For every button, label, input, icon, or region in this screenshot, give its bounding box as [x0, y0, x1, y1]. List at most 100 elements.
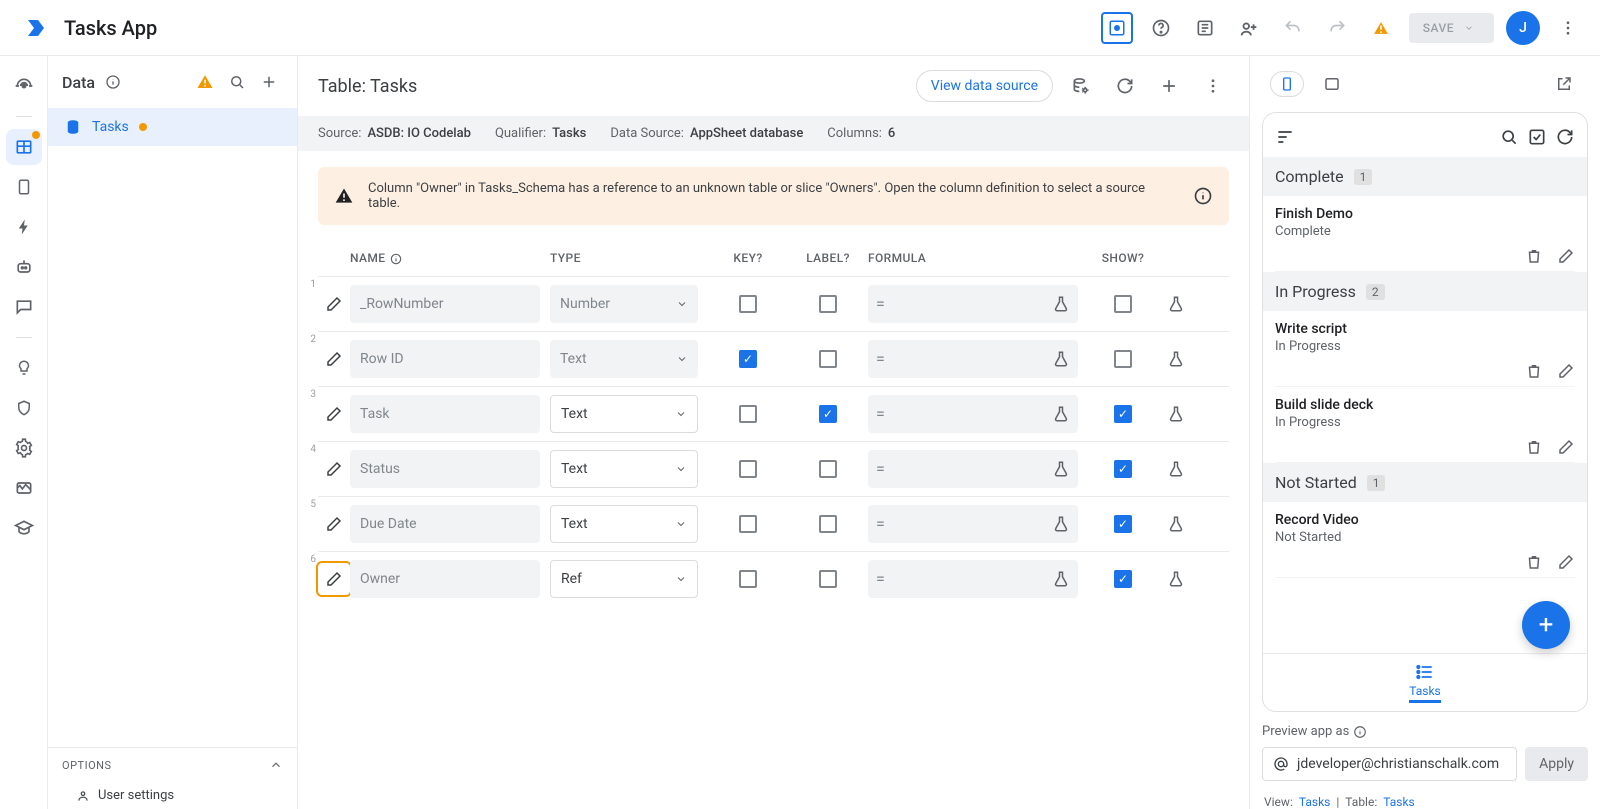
preview-group-header[interactable]: In Progress2: [1263, 272, 1587, 311]
label-checkbox[interactable]: [819, 405, 837, 423]
edit-column-icon[interactable]: [318, 398, 350, 430]
edit-column-icon[interactable]: [318, 288, 350, 320]
column-name-field[interactable]: Status: [350, 450, 540, 488]
editor-kebab-icon[interactable]: [1197, 70, 1229, 102]
show-formula-icon[interactable]: [1158, 515, 1194, 533]
column-type-select[interactable]: Text: [550, 450, 698, 488]
preview-refresh-icon[interactable]: [1555, 127, 1575, 147]
edit-column-icon[interactable]: [318, 563, 350, 595]
view-link[interactable]: Tasks: [1299, 795, 1331, 809]
regenerate-icon[interactable]: [1109, 70, 1141, 102]
column-name-field[interactable]: Row ID: [350, 340, 540, 378]
search-icon[interactable]: [223, 68, 251, 96]
formula-field[interactable]: =: [868, 285, 1078, 323]
label-checkbox[interactable]: [819, 515, 837, 533]
data-tab-icon[interactable]: [6, 129, 42, 165]
formula-field[interactable]: =: [868, 340, 1078, 378]
preview-email-input[interactable]: jdeveloper@christianschalk.com: [1262, 747, 1517, 781]
column-type-select[interactable]: Number: [550, 285, 698, 323]
table-settings-icon[interactable]: [1065, 70, 1097, 102]
column-name-field[interactable]: Due Date: [350, 505, 540, 543]
open-preview-icon[interactable]: [1548, 68, 1580, 100]
edit-icon[interactable]: [1557, 362, 1575, 380]
show-formula-icon[interactable]: [1158, 405, 1194, 423]
panel-warning-icon[interactable]: [191, 68, 219, 96]
kebab-menu-icon[interactable]: [1552, 12, 1584, 44]
edit-icon[interactable]: [1557, 247, 1575, 265]
share-icon[interactable]: [1233, 12, 1265, 44]
key-checkbox[interactable]: [739, 460, 757, 478]
save-button[interactable]: SAVE: [1409, 13, 1494, 43]
edit-column-icon[interactable]: [318, 343, 350, 375]
key-checkbox[interactable]: [739, 405, 757, 423]
options-toggle[interactable]: OPTIONS: [48, 747, 297, 782]
select-mode-icon[interactable]: [1101, 12, 1133, 44]
key-checkbox[interactable]: [739, 295, 757, 313]
formula-field[interactable]: =: [868, 560, 1078, 598]
label-checkbox[interactable]: [819, 570, 837, 588]
formula-field[interactable]: =: [868, 505, 1078, 543]
fab-add-button[interactable]: +: [1522, 601, 1570, 649]
column-name-field[interactable]: Task: [350, 395, 540, 433]
edit-column-icon[interactable]: [318, 453, 350, 485]
show-checkbox[interactable]: [1114, 405, 1132, 423]
views-tab-icon[interactable]: [6, 169, 42, 205]
show-formula-icon[interactable]: [1158, 350, 1194, 368]
preview-task-item[interactable]: Build slide deckIn Progress: [1263, 387, 1587, 463]
preview-task-item[interactable]: Record VideoNot Started: [1263, 502, 1587, 578]
show-checkbox[interactable]: [1114, 460, 1132, 478]
column-name-field[interactable]: Owner: [350, 560, 540, 598]
label-checkbox[interactable]: [819, 295, 837, 313]
actions-tab-icon[interactable]: [6, 209, 42, 245]
preview-group-header[interactable]: Complete1: [1263, 157, 1587, 196]
redo-icon[interactable]: [1321, 12, 1353, 44]
column-type-select[interactable]: Text: [550, 395, 698, 433]
undo-icon[interactable]: [1277, 12, 1309, 44]
delete-icon[interactable]: [1525, 247, 1543, 265]
info-icon[interactable]: [99, 68, 127, 96]
formula-field[interactable]: =: [868, 395, 1078, 433]
view-data-source-button[interactable]: View data source: [916, 70, 1053, 102]
key-checkbox[interactable]: [739, 570, 757, 588]
show-checkbox[interactable]: [1114, 570, 1132, 588]
preview-task-item[interactable]: Write scriptIn Progress: [1263, 311, 1587, 387]
preview-bottom-nav[interactable]: Tasks: [1263, 653, 1587, 711]
preview-search-icon[interactable]: [1499, 127, 1519, 147]
show-checkbox[interactable]: [1114, 295, 1132, 313]
manage-tab-icon[interactable]: [6, 470, 42, 506]
edit-icon[interactable]: [1557, 553, 1575, 571]
show-checkbox[interactable]: [1114, 350, 1132, 368]
sort-icon[interactable]: [1275, 127, 1295, 147]
user-avatar[interactable]: J: [1506, 11, 1540, 45]
mobile-preview-toggle[interactable]: [1270, 71, 1304, 97]
preview-select-icon[interactable]: [1527, 127, 1547, 147]
preview-group-header[interactable]: Not Started1: [1263, 463, 1587, 502]
delete-icon[interactable]: [1525, 362, 1543, 380]
column-type-select[interactable]: Text: [550, 340, 698, 378]
bots-tab-icon[interactable]: [6, 249, 42, 285]
user-settings-option[interactable]: User settings: [48, 782, 297, 809]
table-list-item[interactable]: Tasks: [48, 108, 297, 146]
edit-icon[interactable]: [1557, 438, 1575, 456]
show-checkbox[interactable]: [1114, 515, 1132, 533]
home-icon[interactable]: [6, 68, 42, 104]
warning-info-icon[interactable]: [1193, 186, 1213, 206]
apply-button[interactable]: Apply: [1525, 747, 1588, 781]
settings-tab-icon[interactable]: [6, 430, 42, 466]
label-checkbox[interactable]: [819, 460, 837, 478]
education-tab-icon[interactable]: [6, 510, 42, 546]
show-formula-icon[interactable]: [1158, 460, 1194, 478]
show-formula-icon[interactable]: [1158, 570, 1194, 588]
add-column-icon[interactable]: [1153, 70, 1185, 102]
key-checkbox[interactable]: [739, 350, 757, 368]
warning-icon[interactable]: [1365, 12, 1397, 44]
add-table-icon[interactable]: [255, 68, 283, 96]
delete-icon[interactable]: [1525, 553, 1543, 571]
label-checkbox[interactable]: [819, 350, 837, 368]
tablet-preview-toggle[interactable]: [1316, 68, 1348, 100]
show-formula-icon[interactable]: [1158, 295, 1194, 313]
key-checkbox[interactable]: [739, 515, 757, 533]
formula-field[interactable]: =: [868, 450, 1078, 488]
column-type-select[interactable]: Text: [550, 505, 698, 543]
delete-icon[interactable]: [1525, 438, 1543, 456]
